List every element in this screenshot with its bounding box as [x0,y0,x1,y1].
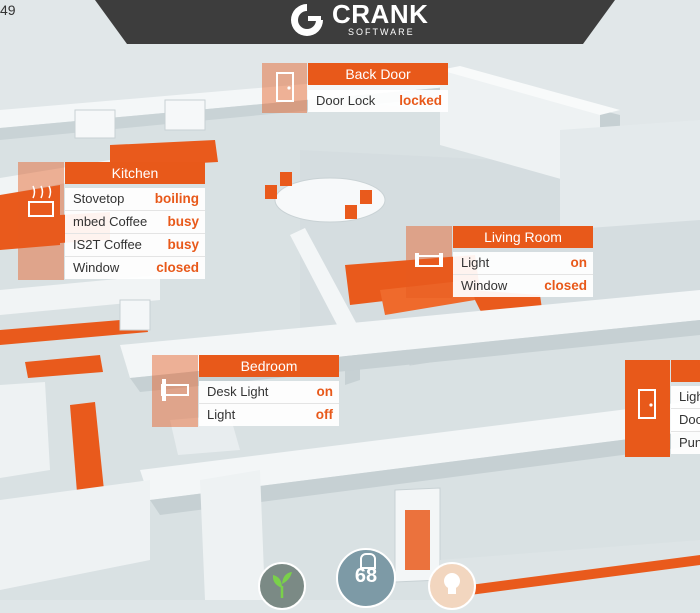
row-status: off [315,407,333,422]
row-label: Pun [679,435,700,450]
light-button[interactable] [428,562,476,610]
row-label: Ligh [679,389,700,404]
thermostat-button[interactable]: 68 [336,548,396,608]
plant-icon [272,572,292,598]
row-label: Light [207,407,236,422]
row-label: IS2T Coffee [73,237,142,252]
thermostat-value: 68 [354,565,378,587]
front-door-title [671,360,700,382]
brand-subtitle: SOFTWARE [348,27,415,37]
row-label: Window [461,278,508,293]
bedroom-light-row[interactable]: Light off [199,404,339,426]
front-pump-row[interactable]: Pun [671,432,700,454]
row-status: closed [544,278,587,293]
front-light-row[interactable]: Ligh [671,386,700,409]
kitchen-window-row[interactable]: Window closed [65,257,205,279]
row-status: boiling [154,191,199,206]
kitchen-title: Kitchen [65,162,205,184]
row-label: Window [73,260,120,275]
bed-icon [152,355,198,427]
kitchen-stovetop-row[interactable]: Stovetop boiling [65,188,205,211]
kitchen-mbed-coffee-row[interactable]: mbed Coffee busy [65,211,205,234]
row-label: Light [461,255,490,270]
front-door-row[interactable]: Doo [671,409,700,432]
living-room-title: Living Room [453,226,593,248]
living-room-light-row[interactable]: Light on [453,252,593,275]
crank-logo-icon [291,4,323,36]
bedroom-title: Bedroom [199,355,339,377]
row-status: busy [167,237,199,252]
row-status: locked [399,93,442,108]
clock-time: 49 [0,2,16,18]
bedroom-desk-light-row[interactable]: Desk Light on [199,381,339,404]
row-label: mbed Coffee [73,214,148,229]
row-status: on [316,384,334,399]
living-room-window-row[interactable]: Window closed [453,275,593,297]
back-door-title: Back Door [308,63,448,85]
kitchen-is2t-coffee-row[interactable]: IS2T Coffee busy [65,234,205,257]
row-status: on [570,255,588,270]
row-label: Stovetop [73,191,125,206]
front-door-icon [625,360,670,457]
row-status: busy [167,214,199,229]
row-label: Desk Light [207,384,269,399]
brand-name: CRANK [332,0,429,29]
row-status: closed [156,260,199,275]
door-icon [262,63,307,113]
row-label: Doo [679,412,700,427]
back-door-lock-row[interactable]: Door Lock locked [308,90,448,112]
row-label: Door Lock [316,93,376,108]
kitchen-icon [18,162,64,280]
plant-button[interactable] [258,562,306,610]
bulb-icon [444,573,460,594]
sofa-icon [406,226,452,298]
